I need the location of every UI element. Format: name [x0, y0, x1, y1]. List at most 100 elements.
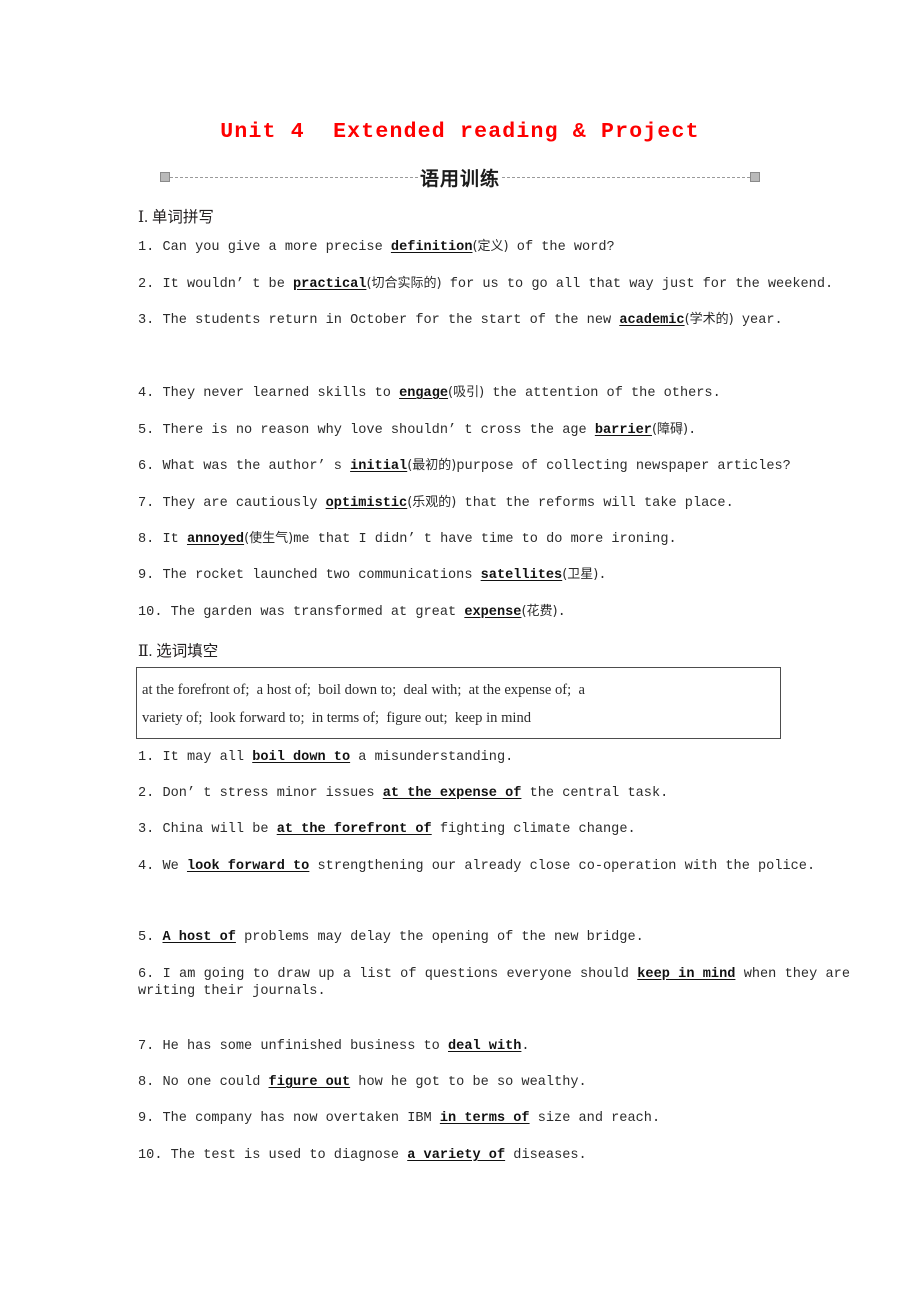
exercise-item: 4. We look forward to strengthening our … — [138, 858, 850, 875]
item-number: 7. — [138, 1039, 163, 1054]
item-text-before: We — [162, 859, 187, 874]
item-text-before: The test is used to diagnose — [170, 1148, 408, 1163]
item-hint: (切合实际的) — [366, 276, 442, 291]
exercise-item: 8. No one could figure out how he got to… — [138, 1074, 850, 1091]
item-number: 5. — [138, 423, 163, 438]
item-answer: optimistic — [325, 496, 408, 511]
item-text-after: year. — [733, 313, 783, 328]
item-hint: (定义) — [472, 239, 509, 254]
item-text-before: It — [162, 532, 187, 547]
item-answer: deal with — [448, 1039, 522, 1054]
item-hint: (最初的) — [407, 458, 457, 473]
item-text-before: I am going to draw up a list of question… — [162, 967, 638, 982]
item-text-before: Can you give a more precise — [162, 240, 391, 255]
item-text-after: . — [688, 423, 697, 438]
item-answer: engage — [399, 386, 449, 401]
item-text-after: diseases. — [505, 1148, 587, 1163]
section-banner: 语用训练 — [160, 160, 761, 194]
item-number: 2. — [138, 277, 163, 292]
item-text-after: . — [557, 605, 566, 620]
word-bank-line-1: at the forefront of; a host of; boil dow… — [142, 682, 585, 698]
exercise-item: 8. It annoyed(使生气)me that I didn’ t have… — [138, 530, 850, 548]
word-bank-box: at the forefront of; a host of; boil dow… — [136, 667, 781, 739]
item-number: 8. — [138, 532, 163, 547]
item-answer: barrier — [594, 423, 652, 438]
item-text-before: He has some unfinished business to — [162, 1039, 448, 1054]
item-text-after: strengthening our already close co-opera… — [309, 859, 816, 874]
exercise-item: 1. Can you give a more precise definitio… — [138, 238, 850, 256]
item-number: 2. — [138, 786, 163, 801]
item-text-after: the central task. — [521, 786, 669, 801]
section-heading-2: Ⅱ. 选词填空 — [138, 643, 219, 660]
item-text-after: for us to go all that way just for the w… — [441, 277, 834, 292]
item-answer: practical — [293, 277, 367, 292]
item-number: 1. — [138, 750, 163, 765]
item-text-after: purpose of collecting newspaper articles… — [456, 459, 791, 474]
item-text-after: that the reforms will take place. — [456, 496, 734, 511]
item-answer: initial — [350, 459, 408, 474]
item-text-after: how he got to be so wealthy. — [350, 1075, 587, 1090]
item-text-before: The students return in October for the s… — [162, 313, 620, 328]
item-answer: boil down to — [252, 750, 351, 765]
item-hint: (卫星) — [562, 567, 599, 582]
item-text-after: . — [521, 1039, 530, 1054]
exercise-item: 9. The rocket launched two communication… — [138, 566, 850, 584]
item-text-before: The company has now overtaken IBM — [162, 1111, 440, 1126]
item-answer: keep in mind — [637, 967, 736, 982]
exercise-item: 5. There is no reason why love shouldn’ … — [138, 421, 850, 439]
item-text-before: China will be — [162, 822, 277, 837]
item-number: 5. — [138, 930, 163, 945]
exercise-item: 3. China will be at the forefront of fig… — [138, 821, 850, 838]
item-hint: (吸引) — [448, 385, 485, 400]
item-number: 6. — [138, 459, 163, 474]
item-text-before: The rocket launched two communications — [162, 568, 481, 583]
exercise-item: 2. It wouldn’ t be practical(切合实际的) for … — [138, 275, 850, 293]
item-hint: (障碍) — [651, 422, 689, 437]
exercise-item: 3. The students return in October for th… — [138, 311, 850, 329]
item-text-after: problems may delay the opening of the ne… — [235, 930, 644, 945]
item-text-after: size and reach. — [529, 1111, 661, 1126]
item-number: 8. — [138, 1075, 163, 1090]
banner-cap-left-icon — [160, 172, 170, 182]
item-answer: expense — [464, 605, 522, 620]
item-hint: (乐观的) — [407, 495, 457, 510]
exercise-item: 7. They are cautiously optimistic(乐观的) t… — [138, 494, 850, 512]
item-text-before: There is no reason why love shouldn’ t c… — [162, 423, 595, 438]
exercise-item: 5. A host of problems may delay the open… — [138, 929, 850, 946]
item-number: 6. — [138, 967, 163, 982]
exercise-item: 2. Don’ t stress minor issues at the exp… — [138, 785, 850, 802]
exercise-item: 10. The test is used to diagnose a varie… — [138, 1147, 850, 1164]
exercise-item: 9. The company has now overtaken IBM in … — [138, 1110, 850, 1127]
exercise-item: 7. He has some unfinished business to de… — [138, 1038, 850, 1055]
exercise-item: 4. They never learned skills to engage(吸… — [138, 384, 850, 402]
item-answer: in terms of — [439, 1111, 530, 1126]
item-text-before: The garden was transformed at great — [170, 605, 465, 620]
exercise-item: 1. It may all boil down to a misundersta… — [138, 749, 850, 766]
item-answer: look forward to — [186, 859, 310, 874]
item-text-before: No one could — [162, 1075, 269, 1090]
item-text-after: fighting climate change. — [431, 822, 636, 837]
item-hint: (花费) — [521, 604, 558, 619]
worksheet-page: Unit 4 Extended reading & Project 语用训练 Ⅰ… — [0, 0, 920, 1302]
item-answer: academic — [619, 313, 685, 328]
item-answer: definition — [390, 240, 473, 255]
item-answer: A host of — [162, 930, 236, 945]
item-text-before: They never learned skills to — [162, 386, 400, 401]
item-number: 1. — [138, 240, 163, 255]
item-text-before: It wouldn’ t be — [162, 277, 294, 292]
exercise-item: 6. What was the author’ s initial(最初的)pu… — [138, 457, 850, 475]
item-number: 4. — [138, 859, 163, 874]
item-answer: figure out — [268, 1075, 351, 1090]
item-number: 7. — [138, 496, 163, 511]
section-heading-1: Ⅰ. 单词拼写 — [138, 209, 214, 226]
item-text-after: me that I didn’ t have time to do more i… — [293, 532, 677, 547]
item-answer: at the forefront of — [276, 822, 432, 837]
page-title: Unit 4 Extended reading & Project — [220, 120, 700, 144]
banner-label: 语用训练 — [420, 167, 501, 190]
item-text-before: Don’ t stress minor issues — [162, 786, 383, 801]
item-hint: (学术的) — [684, 312, 734, 327]
item-answer: at the expense of — [382, 786, 522, 801]
item-number: 4. — [138, 386, 163, 401]
item-answer: annoyed — [186, 532, 245, 547]
item-text-before: What was the author’ s — [162, 459, 351, 474]
